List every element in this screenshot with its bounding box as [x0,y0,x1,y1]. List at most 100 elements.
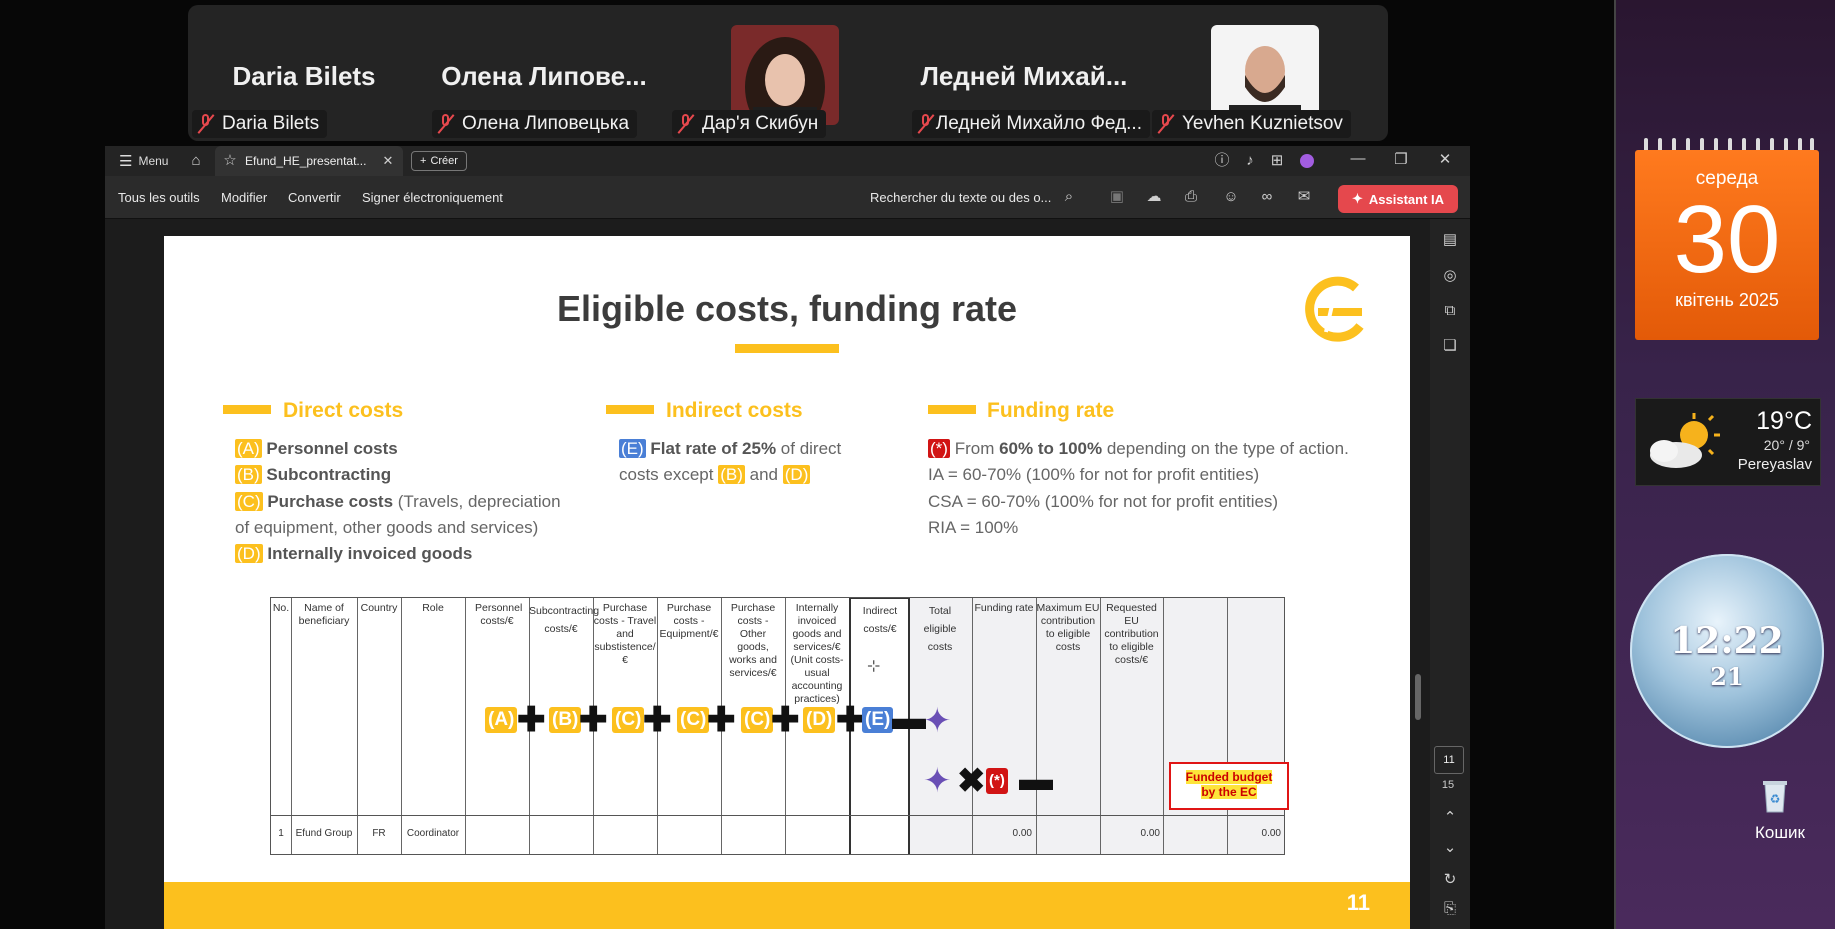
close-tab-icon[interactable]: ✕ [379,152,397,170]
efund-logo [1305,276,1364,342]
budget-table: No. Name of beneficiary Country Role Per… [270,597,1289,855]
bookmark-panel-icon[interactable]: ⧉ [1441,302,1459,320]
indirect-line-1: (E) Flat rate of 25% of direct [619,439,842,458]
profile-avatar[interactable] [1300,154,1314,168]
home-icon[interactable]: ⌂ [187,152,205,170]
table-header: Subcontracting costs/€ [529,605,600,635]
close-window-icon[interactable]: ✕ [1436,151,1454,169]
sign-button[interactable]: Signer électroniquement [362,190,503,205]
hamburger-icon: ☰ [119,153,133,170]
bell-icon[interactable]: ♪ [1241,152,1259,170]
help-icon[interactable]: ⓘ [1213,152,1231,170]
section-bar [606,405,654,414]
partly-cloudy-icon [1650,413,1720,468]
direct-costs-heading: Direct costs [283,399,404,422]
participant-label: Дар'я Скибун [672,110,827,138]
indirect-line-2: costs except (B) and (D) [619,465,811,484]
restore-icon[interactable]: ❐ [1392,151,1410,169]
create-button[interactable]: + Créer [411,151,467,171]
weather-widget[interactable]: 19°C 20° / 9° Pereyaslav [1635,398,1821,486]
edit-button[interactable]: Modifier [221,190,267,205]
participant-name: Ледней Михай... [920,61,1128,91]
prev-page-icon[interactable]: ⌃ [1441,809,1459,827]
right-side-panel: ▤ ◎ ⧉ ❏ 11 15 ⌃ ⌄ ↻ ⎘ [1430,219,1470,929]
svg-text:♻: ♻ [1770,792,1781,806]
table-header: Indirect costs/€ [862,605,898,635]
direct-item-c-cont: of equipment, other goods and services) [235,518,539,537]
funded-budget-box: Funded budget by the EC [1169,762,1289,810]
share-user-icon[interactable]: ☺ [1222,188,1240,206]
document-tab[interactable]: ☆ Efund_HE_presentat... ✕ [215,146,403,176]
participant-tile[interactable]: Олена Липове... Олена Липовецька [428,15,660,142]
participant-tile[interactable]: Дар'я Скибун [668,15,900,142]
main-toolbar: Tous les outils Modifier Convertir Signe… [105,176,1470,219]
current-page-field[interactable]: 11 [1434,746,1464,774]
vertical-scrollbar[interactable] [1415,674,1421,720]
participant-tile[interactable]: Ледней Михай... Ледней Михайло Фед... [908,15,1150,142]
mic-off-icon [198,114,214,134]
direct-item-c: (C) Purchase costs (Travels, depreciatio… [235,492,561,511]
table-header: Purchase costs - Other goods, works and … [729,602,777,679]
table-header: Role [422,602,444,614]
table-header: Internally invoiced goods and services/€ [792,602,842,653]
mic-off-icon [918,114,929,134]
plus-icon: ✚ [836,701,865,739]
plus-icon: ✚ [707,701,736,739]
funding-line-csa: CSA = 60-70% (100% for not for profit en… [928,492,1279,511]
token-b: (B) [549,707,582,733]
token-d: (D) [803,707,836,733]
table-cell: Efund Group [295,828,353,839]
direct-item-b: (B) Subcontracting [235,465,392,484]
sparkle-icon: ✦ [923,702,952,740]
table-header: Purchase costs - Travel and substistence… [593,602,657,666]
crosshair-cursor-icon: ⊹ [867,658,881,675]
slide-page-number: 11 [1346,890,1370,915]
table-header: Funding rate [974,602,1034,614]
recycle-bin-icon[interactable]: ♻ [1755,776,1795,816]
recycle-bin-label: Кошик [1755,823,1805,842]
menu-button[interactable]: ☰ Menu [119,152,168,170]
ai-panel-icon[interactable]: ◎ [1441,267,1459,285]
clock-widget[interactable]: 12:22 21 [1630,554,1824,748]
pages-panel-icon[interactable]: ❏ [1441,337,1459,355]
calendar-widget[interactable]: середа 30 квітень 2025 [1635,150,1819,340]
link-icon[interactable]: ∞ [1258,188,1276,206]
presentation-slide: Eligible costs, funding rate Direct cost… [164,236,1410,929]
apps-grid-icon[interactable]: ⊞ [1268,152,1286,170]
sparkle-icon: ✦ [923,762,952,800]
convert-button[interactable]: Convertir [288,190,341,205]
upload-cloud-icon[interactable]: ☁ [1145,188,1163,206]
rotate-icon[interactable]: ↻ [1441,871,1459,889]
print-icon[interactable]: ⎙ [1182,188,1200,206]
comments-panel-icon[interactable]: ▤ [1441,231,1459,249]
table-cell: FR [372,828,386,839]
search-field[interactable]: Rechercher du texte ou des o... [870,190,1051,205]
search-icon[interactable]: ⌕ [1060,188,1078,206]
table-header: Purchase costs - Equipment/€ [659,602,719,640]
ai-assistant-button[interactable]: ✦ Assistant IA [1338,185,1458,213]
participant-tile[interactable]: Yevhen Kuznietsov [1148,15,1380,142]
funding-line-1: (*) From 60% to 100% depending on the ty… [928,439,1349,458]
next-page-icon[interactable]: ⌄ [1441,839,1459,857]
plus-icon: ✚ [643,701,672,739]
participant-label: Daria Bilets [192,110,328,138]
weather-temperature: 19°C [1756,407,1812,435]
section-bar [928,405,976,414]
token-c: (C) [677,707,710,733]
clock-time: 12:22 [1670,620,1784,662]
all-tools-button[interactable]: Tous les outils [118,190,200,205]
direct-item-d: (D) Internally invoiced goods [235,544,473,563]
funding-rate-heading: Funding rate [987,399,1115,422]
table-header: Name of beneficiary [298,602,350,627]
fit-page-icon[interactable]: ⎘ [1441,900,1459,918]
table-header-note: (Unit costs- usual accounting practices) [790,654,844,705]
mail-icon[interactable]: ✉ [1295,188,1313,206]
token-c: (C) [741,707,774,733]
token-a: (A) [485,707,518,733]
minimize-icon[interactable]: — [1349,150,1367,168]
participant-tile[interactable]: Daria Bilets Daria Bilets [188,15,420,142]
slide-footer: 11 [164,882,1410,929]
funding-line-ia: IA = 60-70% (100% for not for profit ent… [928,465,1260,484]
star-icon[interactable]: ☆ [221,152,239,170]
save-icon[interactable]: ▣ [1108,188,1126,206]
